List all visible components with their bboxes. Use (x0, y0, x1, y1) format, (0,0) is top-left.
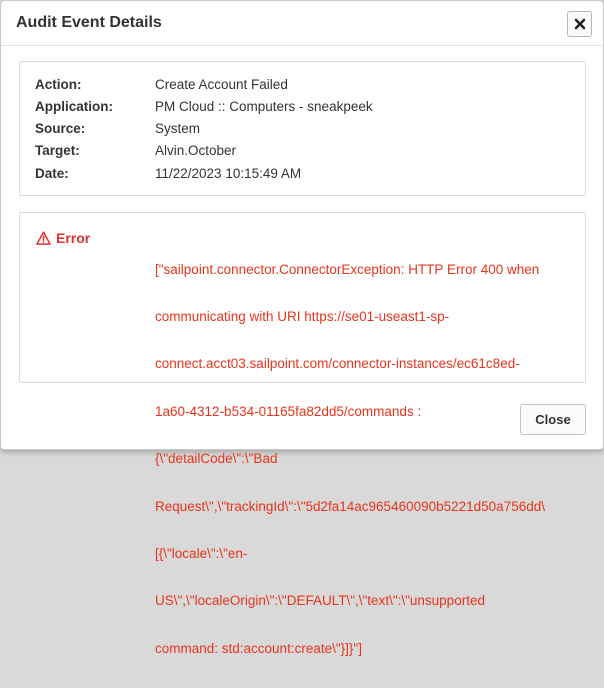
detail-value: System (155, 121, 201, 136)
error-line: ["sailpoint.connector.ConnectorException… (155, 261, 540, 277)
error-line: command: std:account:create\"}]}"] (155, 640, 362, 656)
audit-event-dialog: Audit Event Details Action: Create Accou… (0, 0, 604, 656)
detail-label: Application: (35, 99, 113, 114)
detail-value: 11/22/2023 10:15:49 AM (155, 166, 302, 181)
detail-label: Target: (35, 143, 80, 158)
error-line: Request\",\"trackingId\":\"5d2fa14ac9654… (155, 498, 545, 514)
error-line: connect.acct03.sailpoint.com/connector-i… (155, 356, 520, 372)
error-line: 1a60-4312-b534-01165fa82dd5/commands : (155, 403, 422, 419)
detail-label: Source: (35, 121, 86, 136)
error-message: ["sailpoint.connector.ConnectorException… (155, 230, 580, 688)
close-button[interactable]: Close (520, 404, 586, 435)
detail-label: Action: (35, 77, 82, 92)
detail-value: Create Account Failed (155, 77, 288, 92)
error-label-text: Error (56, 230, 91, 246)
error-line: communicating with URI https://se01-usea… (155, 308, 450, 324)
error-line: [{\"locale\":\"en- (155, 545, 248, 561)
detail-label: Date: (35, 166, 69, 181)
dialog-header: Audit Event Details (1, 1, 603, 46)
error-label: Error (36, 230, 90, 246)
details-panel: Action: Create Account Failed Applicatio… (19, 61, 586, 196)
close-x-icon (574, 18, 585, 30)
error-line: US\",\"localeOrigin\":\"DEFAULT\",\"text… (155, 593, 485, 609)
detail-value: Alvin.October (155, 143, 237, 158)
warning-icon (36, 231, 51, 245)
error-panel: Error ["sailpoint.connector.ConnectorExc… (19, 212, 586, 656)
close-x-button[interactable] (567, 11, 592, 37)
dialog-title: Audit Event Details (16, 14, 162, 31)
detail-value: PM Cloud :: Computers - sneakpeek (155, 99, 373, 114)
error-line: {\"detailCode\":\"Bad (155, 451, 278, 467)
